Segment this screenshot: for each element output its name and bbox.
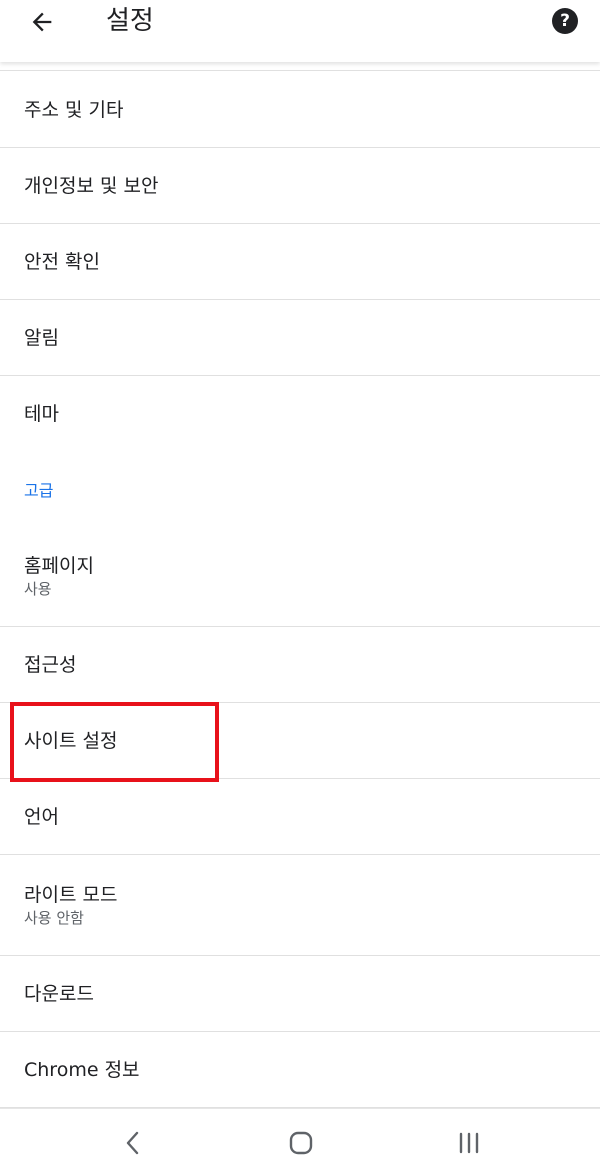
back-button[interactable] xyxy=(22,2,62,42)
item-label: Chrome 정보 xyxy=(24,1058,140,1081)
nav-home-icon xyxy=(289,1131,313,1155)
nav-recents-button[interactable] xyxy=(449,1123,489,1163)
help-button[interactable]: ? xyxy=(552,8,578,34)
item-label: 개인정보 및 보안 xyxy=(24,174,159,197)
section-header-advanced: 고급 xyxy=(24,481,54,500)
help-icon: ? xyxy=(560,11,570,31)
settings-item-lite-mode[interactable]: 라이트 모드 사용 안함 xyxy=(0,855,600,956)
arrow-left-icon xyxy=(32,12,52,32)
nav-back-icon xyxy=(126,1131,139,1155)
nav-back-button[interactable] xyxy=(113,1123,153,1163)
item-summary: 사용 xyxy=(24,580,52,598)
system-navigation-bar xyxy=(0,1108,600,1175)
settings-item-site-settings[interactable]: 사이트 설정 xyxy=(0,703,600,779)
item-label: 테마 xyxy=(24,403,59,425)
settings-item-addresses[interactable]: 주소 및 기타 xyxy=(0,72,600,148)
item-label: 주소 및 기타 xyxy=(24,98,124,121)
page-title: 설정 xyxy=(106,6,154,36)
settings-item-safety-check[interactable]: 안전 확인 xyxy=(0,224,600,300)
settings-item-homepage[interactable]: 홈페이지 사용 xyxy=(0,526,600,627)
nav-home-button[interactable] xyxy=(281,1123,321,1163)
settings-item-downloads[interactable]: 다운로드 xyxy=(0,956,600,1032)
settings-item-languages[interactable]: 언어 xyxy=(0,779,600,855)
item-label: 다운로드 xyxy=(24,982,94,1005)
item-label: 안전 확인 xyxy=(24,250,100,273)
item-label: 홈페이지 xyxy=(24,555,94,577)
top-app-bar: 설정 ? xyxy=(0,0,600,62)
settings-list: 주소 및 기타 개인정보 및 보안 안전 확인 알림 테마 고급 홈페이지 사용… xyxy=(0,72,600,1108)
settings-item-theme[interactable]: 테마 xyxy=(0,376,600,452)
item-label: 언어 xyxy=(24,805,59,828)
divider xyxy=(0,70,600,71)
settings-item-notifications[interactable]: 알림 xyxy=(0,300,600,376)
settings-item-accessibility[interactable]: 접근성 xyxy=(0,627,600,703)
item-summary: 사용 안함 xyxy=(24,909,84,927)
item-label: 라이트 모드 xyxy=(24,884,118,906)
item-label: 알림 xyxy=(24,326,59,349)
settings-screen: 설정 ? 주소 및 기타 개인정보 및 보안 안전 확인 알림 테마 고급 홈페… xyxy=(0,0,600,1175)
settings-item-about-chrome[interactable]: Chrome 정보 xyxy=(0,1032,600,1108)
item-label: 접근성 xyxy=(24,653,77,676)
settings-item-privacy[interactable]: 개인정보 및 보안 xyxy=(0,148,600,224)
nav-recents-icon xyxy=(459,1132,479,1154)
item-label: 사이트 설정 xyxy=(24,729,118,752)
